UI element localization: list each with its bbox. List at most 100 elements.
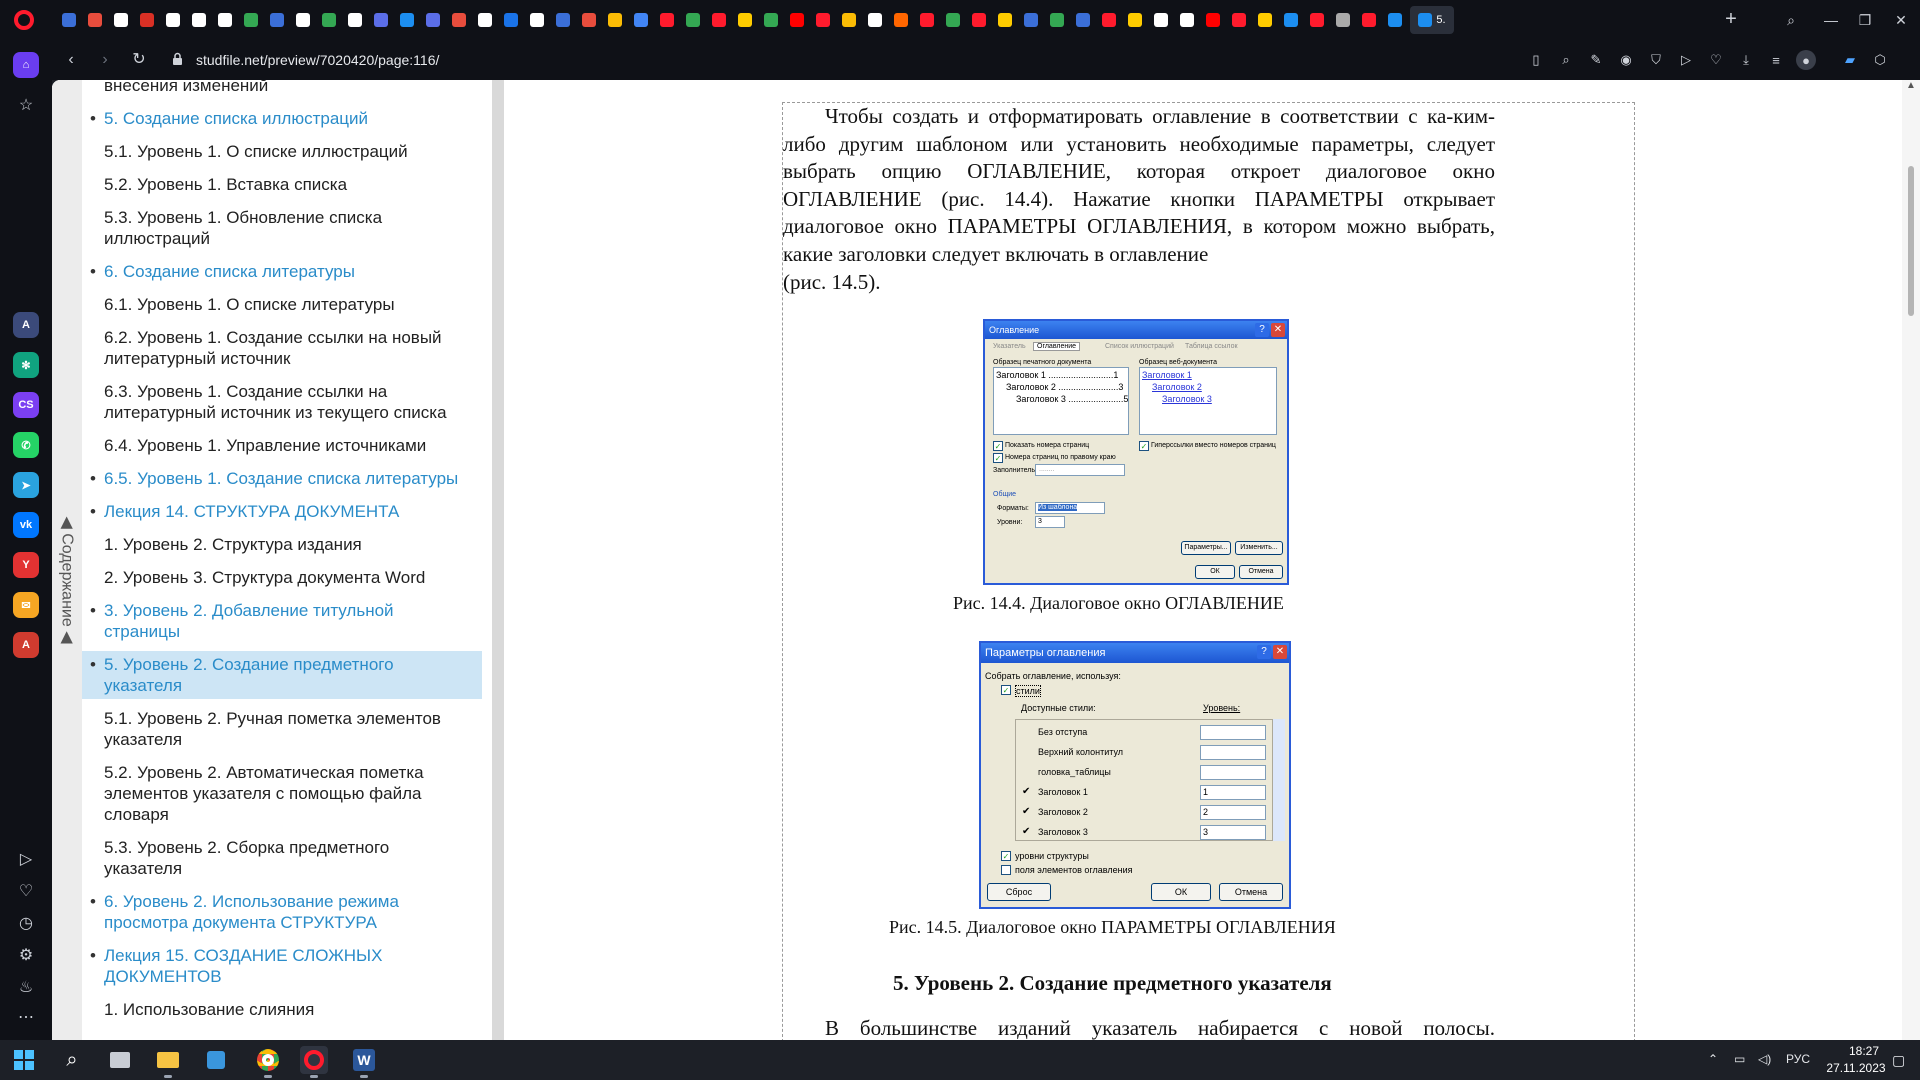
clock-date[interactable]: 27.11.2023 — [1818, 1061, 1894, 1075]
chatsonic-icon[interactable]: CS — [13, 392, 39, 418]
browser-tab-active[interactable]: 5. — [1410, 6, 1454, 34]
easy-setup-icon[interactable]: ≡ — [1766, 50, 1786, 70]
toc-item[interactable]: 5.3. Уровень 1. Обновление списка иллюст… — [82, 204, 482, 252]
browser-tab[interactable] — [604, 6, 626, 34]
browser-tab[interactable] — [916, 6, 938, 34]
browser-tab[interactable] — [318, 6, 340, 34]
toc-item[interactable]: 6.3. Уровень 1. Создание ссылки на литер… — [82, 378, 482, 426]
vk-icon[interactable]: vk — [13, 512, 39, 538]
camera-icon[interactable]: ◉ — [1616, 50, 1636, 70]
more-icon[interactable]: ⋯ — [14, 1006, 38, 1030]
browser-tab[interactable] — [630, 6, 652, 34]
browser-tab[interactable] — [1046, 6, 1068, 34]
search-icon[interactable]: ⌕ — [58, 1046, 86, 1074]
toc-item[interactable]: 5.3. Уровень 2. Сборка предметного указа… — [82, 834, 482, 882]
browser-tab[interactable] — [786, 6, 808, 34]
address-bar[interactable]: studfile.net/preview/7020420/page:116/ — [196, 52, 439, 68]
browser-tab[interactable] — [1306, 6, 1328, 34]
browser-tab[interactable] — [162, 6, 184, 34]
tab-search-icon[interactable]: ⌕ — [1776, 8, 1806, 32]
send-icon[interactable]: ▷ — [1676, 50, 1696, 70]
profile-icon[interactable]: ● — [1796, 50, 1816, 70]
browser-tab[interactable] — [968, 6, 990, 34]
toc-item-active[interactable]: 5. Уровень 2. Создание предметного указа… — [82, 651, 482, 699]
browser-tab[interactable] — [266, 6, 288, 34]
browser-tab[interactable] — [1228, 6, 1250, 34]
browser-tab[interactable] — [838, 6, 860, 34]
home-icon[interactable]: ⌂ — [13, 52, 39, 78]
settings-gear-icon[interactable]: ⚙ — [14, 944, 38, 968]
chatgpt-icon[interactable]: ✻ — [13, 352, 39, 378]
clock-time[interactable]: 18:27 — [1834, 1044, 1894, 1058]
notifications-icon[interactable]: ▢ — [1892, 1052, 1905, 1069]
browser-tab[interactable] — [760, 6, 782, 34]
browser-tab[interactable] — [864, 6, 886, 34]
toc-item[interactable]: 5.2. Уровень 1. Вставка списка — [82, 171, 482, 198]
toc-item[interactable]: 1. Уровень 2. Структура издания — [82, 531, 482, 558]
toc-item[interactable]: Лекция 15. СОЗДАНИЕ СЛОЖНЫХ ДОКУМЕНТОВ — [82, 942, 482, 990]
browser-tab[interactable] — [448, 6, 470, 34]
new-tab-button[interactable]: + — [1720, 8, 1742, 30]
task-view-icon[interactable] — [106, 1046, 134, 1074]
speed-dial-icon[interactable]: ☆ — [14, 94, 38, 118]
browser-tab[interactable] — [552, 6, 574, 34]
word-icon[interactable]: W — [350, 1046, 378, 1078]
browser-tab[interactable] — [578, 6, 600, 34]
translate-icon[interactable]: A — [13, 632, 39, 658]
browser-tab[interactable] — [500, 6, 522, 34]
player-icon[interactable]: ▷ — [14, 848, 38, 872]
tips-bulb-icon[interactable]: ♨ — [14, 976, 38, 1000]
browser-tab[interactable] — [526, 6, 548, 34]
toc-item[interactable]: 2. Уровень 3. Структура документа Word — [82, 564, 482, 591]
browser-tab[interactable] — [396, 6, 418, 34]
browser-tab[interactable] — [422, 6, 444, 34]
start-icon[interactable] — [10, 1046, 38, 1074]
page-scrollbar[interactable]: ▲ — [1902, 80, 1920, 1040]
edit-icon[interactable]: ✎ — [1586, 50, 1606, 70]
browser-tab[interactable] — [1098, 6, 1120, 34]
whatsapp-icon[interactable]: ✆ — [13, 432, 39, 458]
browser-tab[interactable] — [1150, 6, 1172, 34]
toc-item[interactable]: 6.1. Уровень 1. О списке литературы — [82, 291, 482, 318]
toc-toggle-tab[interactable]: ◀ Содержание ◀ — [52, 80, 82, 1040]
browser-tab[interactable] — [1124, 6, 1146, 34]
browser-tab[interactable] — [188, 6, 210, 34]
browser-tab[interactable] — [942, 6, 964, 34]
extensions-icon[interactable]: ⬡ — [1870, 50, 1890, 70]
browser-tab[interactable] — [1358, 6, 1380, 34]
toc-item[interactable]: 5. Создание списка иллюстраций — [82, 105, 482, 132]
browser-tab[interactable] — [1254, 6, 1276, 34]
browser-tab[interactable] — [812, 6, 834, 34]
history-icon[interactable]: ◷ — [14, 912, 38, 936]
chrome-icon[interactable] — [254, 1046, 282, 1078]
mail-icon[interactable]: ✉ — [13, 592, 39, 618]
heart-icon[interactable]: ♡ — [1706, 50, 1726, 70]
browser-tab[interactable] — [292, 6, 314, 34]
browser-tab[interactable] — [474, 6, 496, 34]
browser-tab[interactable] — [1384, 6, 1406, 34]
browser-tab[interactable] — [110, 6, 132, 34]
minimize-button[interactable]: — — [1816, 8, 1846, 32]
browser-tab[interactable] — [240, 6, 262, 34]
close-window-button[interactable]: ✕ — [1886, 8, 1916, 32]
toc-item[interactable]: 6. Создание списка литературы — [82, 258, 482, 285]
toc-item[interactable]: 3. Уровень 2. Добавление титульной стран… — [82, 597, 482, 645]
toc-scrollbar[interactable] — [492, 80, 504, 1040]
browser-tab[interactable] — [344, 6, 366, 34]
browser-tab[interactable] — [1332, 6, 1354, 34]
opera-menu-icon[interactable] — [14, 10, 34, 30]
download-icon[interactable]: ⤓ — [1736, 50, 1756, 70]
toc-item[interactable]: 1. Использование слияния — [82, 996, 482, 1023]
language-indicator[interactable]: РУС — [1786, 1052, 1810, 1066]
toc-item[interactable]: 6.4. Уровень 1. Управление источниками — [82, 432, 482, 459]
toc-item[interactable]: 6. Уровень 2. Использование режима просм… — [82, 888, 482, 936]
telegram-icon[interactable]: ➤ — [13, 472, 39, 498]
browser-tab[interactable] — [734, 6, 756, 34]
browser-tab[interactable] — [994, 6, 1016, 34]
browser-tab[interactable] — [708, 6, 730, 34]
store-icon[interactable] — [202, 1046, 230, 1074]
tray-overflow-icon[interactable]: ⌃ — [1708, 1052, 1718, 1066]
bookmarks-heart-icon[interactable]: ♡ — [14, 880, 38, 904]
yandex-icon[interactable]: Y — [13, 552, 39, 578]
restore-button[interactable]: ❐ — [1850, 8, 1880, 32]
